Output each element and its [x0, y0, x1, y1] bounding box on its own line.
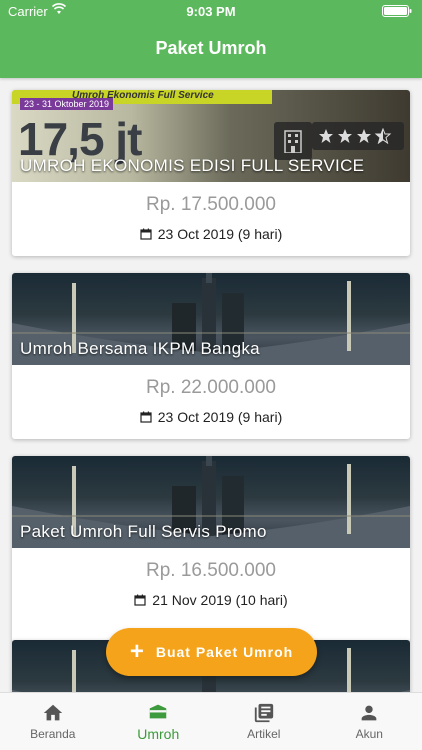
package-card[interactable]: Paket Umroh Full Servis Promo Rp. 16.500…: [12, 456, 410, 642]
nav-item-beranda[interactable]: Beranda: [0, 693, 106, 750]
create-package-label: Buat Paket Umroh: [155, 644, 294, 660]
package-date: 23 Oct 2019 (9 hari): [157, 226, 283, 242]
package-title: Paket Umroh Full Servis Promo: [20, 522, 267, 541]
create-package-button[interactable]: + Buat Paket Umroh: [106, 628, 317, 676]
status-time: 9:03 PM: [186, 4, 236, 19]
app-bar: Carrier 9:03 PM Paket Umroh: [0, 0, 422, 78]
kaaba-icon: [150, 704, 167, 719]
status-bar: Carrier 9:03 PM: [0, 0, 422, 22]
articles-icon: [254, 703, 273, 723]
rating-stars-icon: [319, 128, 392, 144]
nav-label: Umroh: [137, 726, 180, 742]
package-price: Rp. 17.500.000: [146, 194, 276, 215]
page-title: Paket Umroh: [155, 38, 267, 58]
home-icon: [43, 704, 62, 721]
nav-label: Beranda: [30, 727, 76, 741]
package-price: Rp. 16.500.000: [146, 560, 276, 581]
calendar-icon: [140, 228, 152, 240]
package-image: Umroh Bersama IKPM Bangka: [12, 273, 410, 365]
package-card[interactable]: Umroh Ekonomis Full Service 23 - 31 Okto…: [12, 90, 410, 256]
package-title: UMROH EKONOMIS EDISI FULL SERVICE: [20, 156, 365, 175]
person-icon: [361, 705, 377, 721]
package-image: Umroh Ekonomis Full Service 23 - 31 Okto…: [12, 90, 410, 182]
nav-item-umroh[interactable]: Umroh: [106, 693, 212, 750]
bottom-nav: Beranda Umroh Artikel Akun: [0, 692, 422, 750]
star-rating: [312, 122, 404, 150]
package-card[interactable]: Umroh Bersama IKPM Bangka Rp. 22.000.000…: [12, 273, 410, 439]
package-price: Rp. 22.000.000: [146, 377, 276, 398]
calendar-icon: [140, 411, 152, 423]
battery-icon: [382, 5, 412, 17]
nav-item-akun[interactable]: Akun: [317, 693, 422, 750]
package-date-row: 21 Nov 2019 (10 hari): [12, 592, 410, 608]
package-date-row: 23 Oct 2019 (9 hari): [12, 226, 410, 242]
nav-label: Akun: [355, 727, 383, 741]
package-date: 21 Nov 2019 (10 hari): [152, 592, 288, 608]
nav-label: Artikel: [247, 727, 281, 741]
package-date-row: 23 Oct 2019 (9 hari): [12, 409, 410, 425]
nav-item-artikel[interactable]: Artikel: [211, 693, 317, 750]
promo-dates: 23 - 31 Oktober 2019: [20, 98, 114, 110]
hotel-icon: [274, 122, 312, 160]
calendar-icon: [134, 594, 146, 606]
package-list[interactable]: Umroh Ekonomis Full Service 23 - 31 Okto…: [0, 78, 422, 692]
package-date: 23 Oct 2019 (9 hari): [157, 409, 283, 425]
package-image: Paket Umroh Full Servis Promo: [12, 456, 410, 548]
plus-icon: +: [129, 638, 144, 665]
package-title: Umroh Bersama IKPM Bangka: [20, 339, 260, 358]
